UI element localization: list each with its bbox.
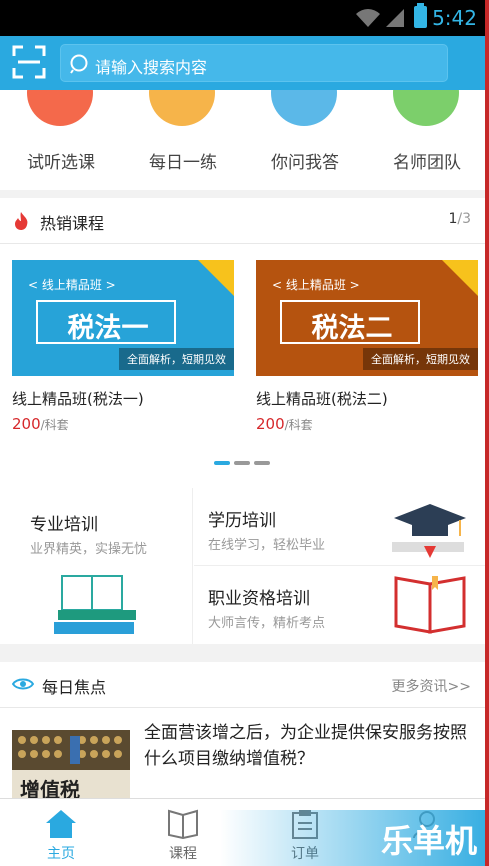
course-price: 200/科套 <box>256 415 313 433</box>
course-price: 200/科套 <box>12 415 69 433</box>
education-training[interactable]: 学历培训 在线学习，轻松毕业 <box>194 488 489 566</box>
category-daily-practice[interactable]: 每日一练 <box>122 90 244 190</box>
signal-icon <box>386 9 404 27</box>
team-icon <box>393 90 459 126</box>
window-edge <box>485 0 489 866</box>
open-book-icon <box>394 576 466 634</box>
books-icon <box>54 575 136 634</box>
hot-courses-title: 热销课程 <box>40 214 105 233</box>
course-name: 线上精品班(税法一) <box>12 390 144 408</box>
watermark: 乐单机 <box>220 810 489 866</box>
category-trial[interactable]: 试听选课 <box>0 90 122 190</box>
daily-focus-title: 每日焦点 <box>42 678 107 697</box>
search-icon <box>70 54 88 74</box>
pencil-icon <box>149 90 215 126</box>
fire-icon <box>15 212 28 230</box>
search-placeholder: 请输入搜索内容 <box>95 58 208 77</box>
battery-icon <box>414 3 427 28</box>
more-news-link[interactable]: 更多资讯>> <box>392 676 471 696</box>
eye-icon <box>12 678 34 690</box>
vocational-training[interactable]: 职业资格培训 大师言传，精析考点 <box>194 566 489 644</box>
news-thumbnail[interactable]: 增值税 <box>12 730 130 798</box>
page-indicator: 1/3 <box>448 211 471 227</box>
course-banner: < 线上精品班 > 税法一 全面解析，短期见效 <box>12 260 234 376</box>
main-content: 试听选课 每日一练 你问我答 名师团队 热销课程 1/3 < 线上精品班 > 税… <box>0 90 489 798</box>
clock: 5:42 <box>432 6 477 30</box>
course-banner: < 线上精品班 > 税法二 全面解析，短期见效 <box>256 260 478 376</box>
carousel-dot <box>214 461 230 465</box>
course-card[interactable]: < 线上精品班 > 税法一 全面解析，短期见效 线上精品班(税法一) 200/科… <box>12 260 234 433</box>
daily-focus-header: 每日焦点 更多资讯>> <box>0 662 489 708</box>
qa-icon <box>271 90 337 126</box>
course-card[interactable]: < 线上精品班 > 税法二 全面解析，短期见效 线上精品班(税法二) 200/科… <box>256 260 478 433</box>
professional-training[interactable]: 专业培训 业界精英，实操无忧 <box>0 488 193 644</box>
badge-tag <box>442 260 478 296</box>
home-icon <box>46 810 76 838</box>
training-section: 专业培训 业界精英，实操无忧 学历培训 在线学习，轻松毕业 职业资格培训 大师言… <box>0 488 489 644</box>
category-qa[interactable]: 你问我答 <box>244 90 366 190</box>
carousel-dots <box>214 450 274 469</box>
status-bar: 5:42 <box>0 0 489 36</box>
top-bar: 请输入搜索内容 <box>0 36 489 90</box>
trial-course-icon <box>27 90 93 126</box>
book-icon <box>168 809 198 839</box>
carousel-dot <box>254 461 270 465</box>
daily-focus-section: 每日焦点 更多资讯>> 增值税 全面营该增之后，为企业提供保安服务按照什么项目缴… <box>0 662 489 798</box>
tab-home[interactable]: 主页 <box>0 799 122 866</box>
category-teachers[interactable]: 名师团队 <box>366 90 488 190</box>
carousel-dot <box>234 461 250 465</box>
course-name: 线上精品班(税法二) <box>256 390 388 408</box>
hot-courses-header: 热销课程 1/3 <box>0 198 489 244</box>
search-input[interactable]: 请输入搜索内容 <box>60 44 448 82</box>
news-title[interactable]: 全面营该增之后，为企业提供保安服务按照什么项目缴纳增值税？ <box>144 720 474 772</box>
scan-icon[interactable] <box>12 45 46 79</box>
category-row: 试听选课 每日一练 你问我答 名师团队 <box>0 90 489 190</box>
wifi-icon <box>356 9 380 27</box>
graduation-cap-icon <box>392 504 466 558</box>
badge-tag <box>198 260 234 296</box>
